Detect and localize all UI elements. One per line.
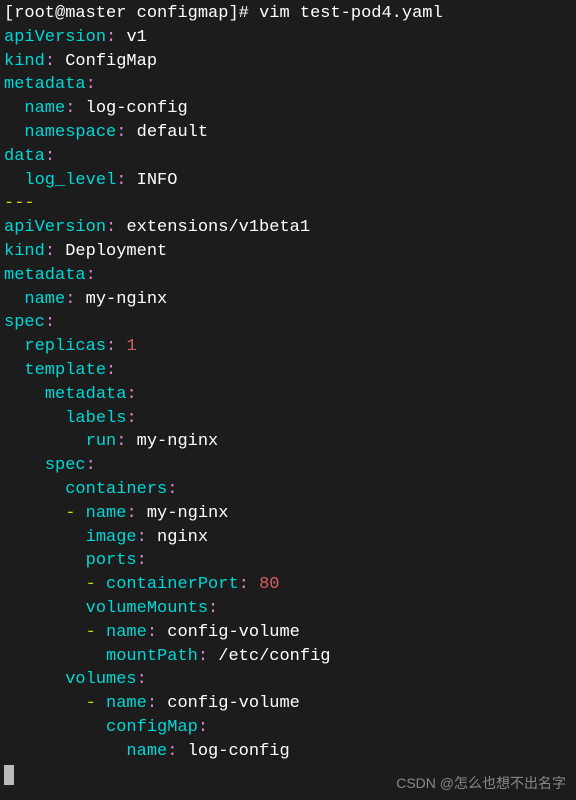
yaml-line: metadata: [4,73,572,97]
yaml-line: mountPath: /etc/config [4,645,572,669]
yaml-key: kind [4,242,45,261]
yaml-line: kind: Deployment [4,240,572,264]
yaml-value: /etc/config [218,647,330,666]
yaml-key: name [106,623,147,642]
yaml-line: - name: config-volume [4,692,572,716]
yaml-key: metadata [4,266,86,285]
yaml-key: apiVersion [4,28,106,47]
yaml-value: 80 [259,575,279,594]
yaml-value: ConfigMap [65,52,157,71]
yaml-value: log-config [86,99,188,118]
yaml-line: volumes: [4,668,572,692]
yaml-line: name: log-config [4,740,572,764]
yaml-key: name [106,694,147,713]
yaml-line: replicas: 1 [4,335,572,359]
yaml-key: metadata [4,75,86,94]
yaml-key: apiVersion [4,218,106,237]
yaml-line: data: [4,145,572,169]
shell-prompt: [root@master configmap]# vim test-pod4.y… [4,2,572,26]
yaml-line: image: nginx [4,526,572,550]
yaml-line: volumeMounts: [4,597,572,621]
yaml-line: template: [4,359,572,383]
yaml-key: containerPort [106,575,239,594]
yaml-key: template [24,361,106,380]
yaml-key: replicas [24,337,106,356]
yaml-key: metadata [45,385,127,404]
yaml-line: containers: [4,478,572,502]
yaml-key: labels [65,409,126,428]
yaml-value: config-volume [167,694,300,713]
doc-separator: --- [4,194,35,213]
user-host: root@master [14,4,126,23]
yaml-line: name: log-config [4,97,572,121]
yaml-line: apiVersion: v1 [4,26,572,50]
yaml-key: name [126,742,167,761]
yaml-value: my-nginx [147,504,229,523]
yaml-line: apiVersion: extensions/v1beta1 [4,216,572,240]
yaml-value: INFO [137,171,178,190]
yaml-line: metadata: [4,383,572,407]
yaml-key: namespace [24,123,116,142]
yaml-key: volumes [65,670,136,689]
yaml-line: log_level: INFO [4,169,572,193]
yaml-key: containers [65,480,167,499]
yaml-value: v1 [126,28,146,47]
yaml-value: log-config [188,742,290,761]
yaml-line: spec: [4,454,572,478]
yaml-line: - name: my-nginx [4,502,572,526]
yaml-key: configMap [106,718,198,737]
yaml-line: kind: ConfigMap [4,50,572,74]
yaml-key: name [24,99,65,118]
yaml-key: volumeMounts [86,599,208,618]
yaml-line: metadata: [4,264,572,288]
yaml-key: data [4,147,45,166]
yaml-value: Deployment [65,242,167,261]
yaml-value: nginx [157,528,208,547]
yaml-line: namespace: default [4,121,572,145]
watermark: CSDN @怎么也想不出名字 [396,774,566,794]
yaml-value: my-nginx [86,290,168,309]
cursor-icon [4,765,14,785]
yaml-value: extensions/v1beta1 [126,218,310,237]
yaml-key: spec [4,313,45,332]
cwd: configmap [137,4,229,23]
yaml-line: run: my-nginx [4,430,572,454]
yaml-key: kind [4,52,45,71]
yaml-line: - containerPort: 80 [4,573,572,597]
yaml-key: ports [86,551,137,570]
yaml-line: - name: config-volume [4,621,572,645]
yaml-key: name [86,504,127,523]
yaml-key: name [24,290,65,309]
yaml-key: spec [45,456,86,475]
yaml-line: labels: [4,407,572,431]
yaml-key: run [86,432,117,451]
command-text: vim test-pod4.yaml [259,4,443,23]
yaml-value: config-volume [167,623,300,642]
yaml-separator: --- [4,192,572,216]
yaml-value: default [137,123,208,142]
yaml-key: log_level [24,171,116,190]
yaml-line: ports: [4,549,572,573]
yaml-line: spec: [4,311,572,335]
yaml-line: name: my-nginx [4,288,572,312]
yaml-key: image [86,528,137,547]
yaml-line: configMap: [4,716,572,740]
yaml-value: 1 [126,337,136,356]
yaml-key: mountPath [106,647,198,666]
yaml-value: my-nginx [137,432,219,451]
